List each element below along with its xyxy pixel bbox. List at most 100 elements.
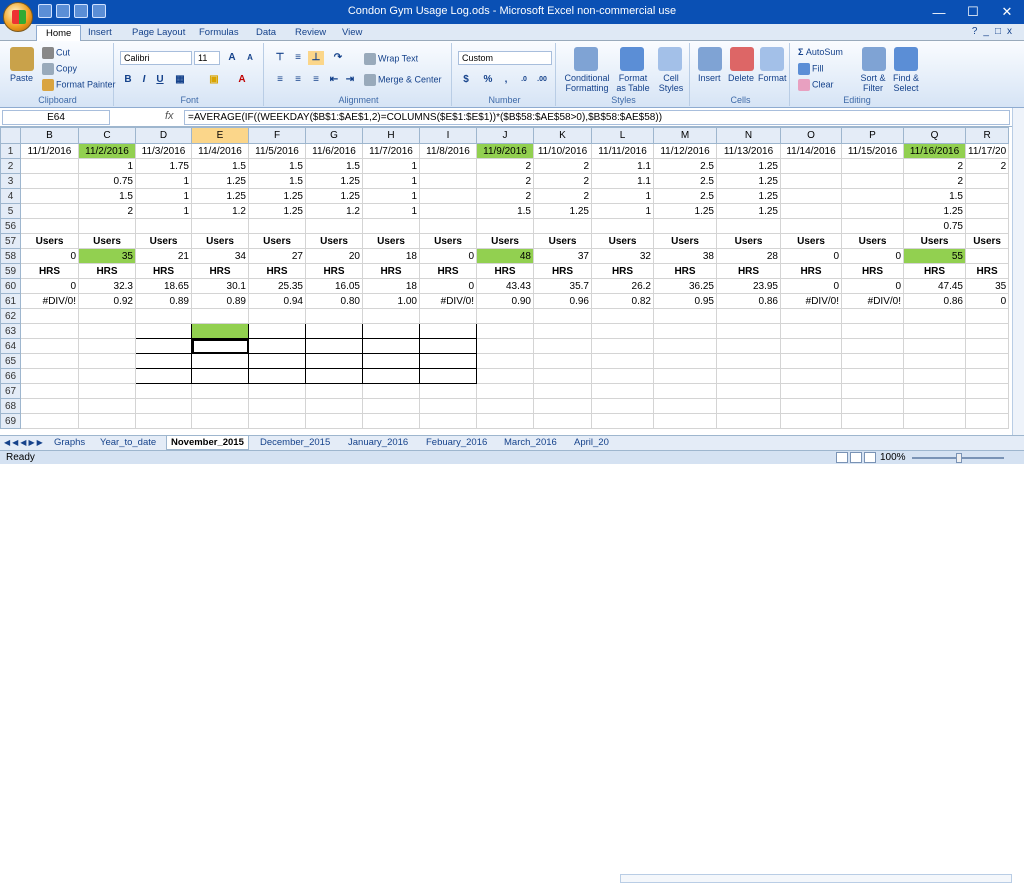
summary-value[interactable] (305, 338, 363, 354)
cell[interactable] (841, 308, 904, 324)
sheet-tab-march-2016[interactable]: March_2016 (500, 436, 561, 450)
cell[interactable] (964, 338, 1010, 354)
cell[interactable] (653, 308, 717, 324)
cell[interactable]: HRS (533, 263, 592, 279)
cell[interactable] (653, 413, 717, 429)
cell[interactable] (780, 383, 842, 399)
cell[interactable]: 1.25 (533, 203, 592, 219)
cell[interactable] (476, 308, 534, 324)
summary-value[interactable] (419, 368, 477, 384)
cell[interactable]: 1 (362, 188, 420, 204)
cell[interactable] (780, 338, 842, 354)
decrease-decimal-button[interactable]: .00 (534, 73, 550, 87)
cell[interactable]: 1.1 (591, 173, 654, 189)
column-header[interactable]: N (716, 127, 781, 144)
cell[interactable]: 2 (533, 188, 592, 204)
cell[interactable]: 2.5 (653, 158, 717, 174)
bold-button[interactable]: B (120, 73, 136, 87)
cell[interactable]: 2 (78, 203, 136, 219)
cell[interactable] (903, 368, 966, 384)
sheet-tab-april[interactable]: April_20 (570, 436, 613, 450)
summary-value[interactable] (248, 338, 306, 354)
cell[interactable]: 32.3 (78, 278, 136, 294)
cell[interactable]: 11/13/2016 (716, 143, 781, 159)
cell[interactable] (653, 323, 717, 339)
cell[interactable] (419, 308, 477, 324)
cell[interactable] (964, 413, 1010, 429)
cell[interactable] (841, 173, 904, 189)
format-as-table-button[interactable]: Format as Table (614, 73, 652, 93)
cell[interactable]: HRS (591, 263, 654, 279)
cell[interactable]: #DIV/0! (780, 293, 842, 309)
cell[interactable] (20, 398, 79, 414)
cell[interactable] (476, 413, 534, 429)
cell[interactable]: Users (305, 233, 363, 249)
row-header[interactable]: 57 (0, 233, 21, 249)
zoom-slider-knob[interactable] (956, 453, 962, 463)
row-header[interactable]: 60 (0, 278, 21, 294)
cell[interactable] (780, 413, 842, 429)
summary-value[interactable] (191, 353, 249, 369)
summary-row-label[interactable] (135, 353, 192, 369)
cell[interactable]: 0 (964, 293, 1010, 309)
sheet-tab-febuary-2016[interactable]: Febuary_2016 (422, 436, 491, 450)
cell[interactable] (248, 218, 306, 234)
formula-input[interactable]: =AVERAGE(IF((WEEKDAY($B$1:$AE$1,2)=COLUM… (184, 110, 1010, 125)
summary-value[interactable] (419, 338, 477, 354)
cell[interactable]: 2 (476, 173, 534, 189)
tab-formulas[interactable]: Formulas (190, 25, 248, 41)
cell[interactable] (841, 353, 904, 369)
cell[interactable]: 37 (533, 248, 592, 264)
select-all-corner[interactable] (0, 127, 21, 144)
align-bottom-icon[interactable]: ⊥ (308, 51, 324, 65)
cell[interactable]: 1 (591, 203, 654, 219)
cell[interactable] (191, 383, 249, 399)
cell[interactable]: 11/10/2016 (533, 143, 592, 159)
cell[interactable] (841, 338, 904, 354)
summary-value[interactable] (248, 368, 306, 384)
align-center-icon[interactable]: ≡ (290, 73, 306, 87)
cell[interactable] (903, 413, 966, 429)
cell[interactable]: 11/3/2016 (135, 143, 192, 159)
tab-data[interactable]: Data (247, 25, 285, 41)
cell[interactable] (20, 308, 79, 324)
cell[interactable]: 1.25 (903, 203, 966, 219)
cell[interactable]: 0 (841, 248, 904, 264)
cell[interactable] (591, 368, 654, 384)
row-header[interactable]: 3 (0, 173, 21, 189)
cell[interactable]: HRS (476, 263, 534, 279)
grow-font-button[interactable]: A (224, 51, 240, 65)
cell[interactable]: 0 (780, 278, 842, 294)
column-header[interactable]: L (591, 127, 654, 144)
copy-button[interactable]: Copy (42, 63, 77, 75)
summary-value[interactable] (362, 368, 420, 384)
zoom-level[interactable]: 100% (880, 452, 906, 463)
cell[interactable]: 18.65 (135, 278, 192, 294)
cell[interactable]: 1.1 (591, 158, 654, 174)
cell[interactable]: 0.94 (248, 293, 306, 309)
cell[interactable] (135, 398, 192, 414)
cell[interactable]: 1.5 (903, 188, 966, 204)
cell[interactable] (841, 413, 904, 429)
cell[interactable]: 35 (78, 248, 136, 264)
cell[interactable]: 20 (305, 248, 363, 264)
summary-value[interactable] (362, 338, 420, 354)
sheet-tab-year-to-date[interactable]: Year_to_date (96, 436, 160, 450)
column-header[interactable]: F (248, 127, 306, 144)
cell[interactable] (780, 353, 842, 369)
cell-styles-button[interactable]: Cell Styles (654, 73, 688, 93)
cell[interactable] (591, 398, 654, 414)
cell[interactable]: 1.5 (78, 188, 136, 204)
cell[interactable] (419, 173, 477, 189)
summary-header[interactable] (362, 323, 420, 339)
column-header[interactable]: H (362, 127, 420, 144)
cell[interactable]: Users (248, 233, 306, 249)
cell[interactable]: Users (78, 233, 136, 249)
cell[interactable] (78, 353, 136, 369)
cell[interactable]: 1 (135, 188, 192, 204)
fill-button[interactable]: Fill (798, 63, 824, 75)
cell[interactable] (476, 383, 534, 399)
cell[interactable] (653, 338, 717, 354)
cell[interactable]: 2 (476, 188, 534, 204)
cell[interactable]: 11/15/2016 (841, 143, 904, 159)
